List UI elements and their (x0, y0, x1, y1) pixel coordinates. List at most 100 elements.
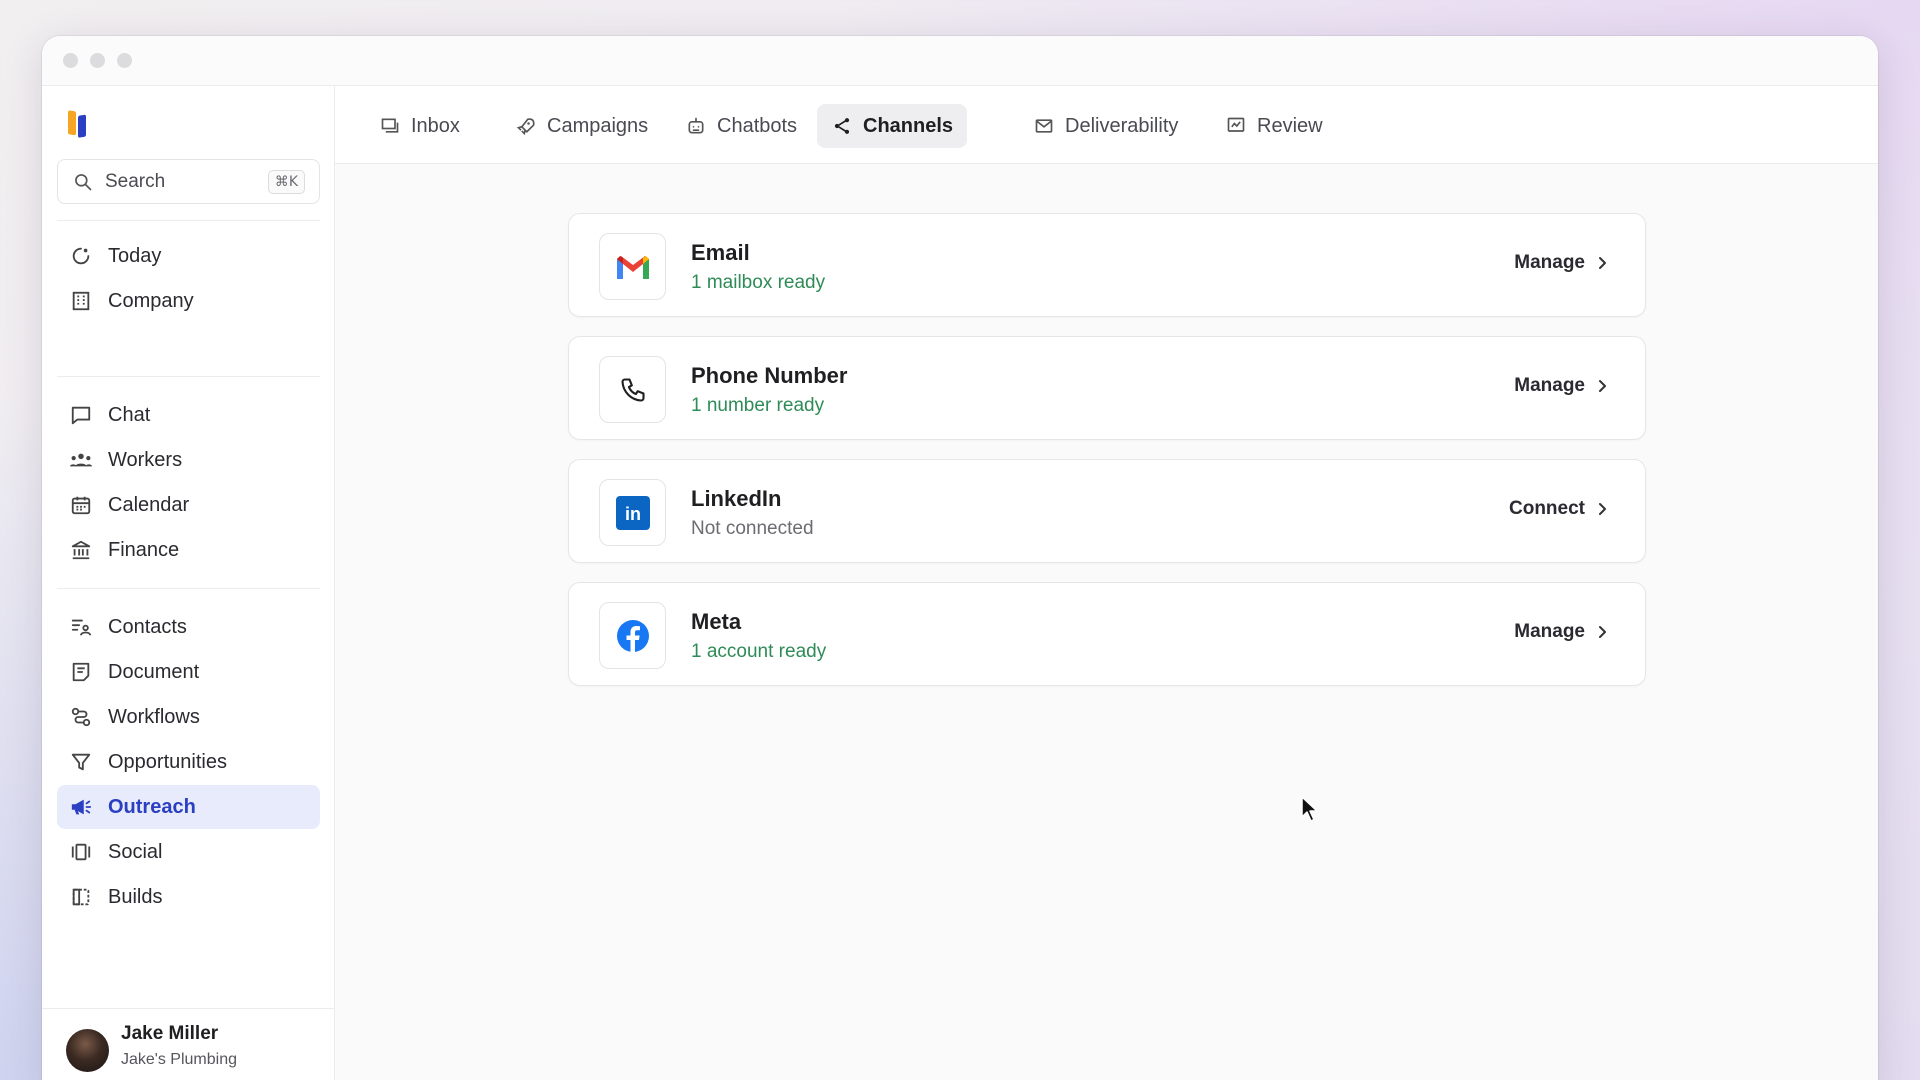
sidebar-item-label: Today (108, 244, 162, 267)
tab-bar: Inbox Campaigns Chatbots Channels Delive… (335, 86, 1878, 164)
channel-card-meta[interactable]: Meta 1 account ready Manage (568, 582, 1646, 686)
action-label: Connect (1509, 498, 1585, 519)
calendar-icon (69, 493, 93, 517)
tab-deliverability[interactable]: Deliverability (1019, 104, 1192, 148)
sidebar-item-label: Finance (108, 538, 180, 561)
bot-icon (685, 115, 707, 137)
workers-icon (69, 448, 93, 472)
sidebar-item-workers[interactable]: Workers (57, 438, 320, 482)
sidebar-item-label: Opportunities (108, 750, 227, 773)
sidebar-item-label: Calendar (108, 493, 190, 516)
bank-icon (69, 538, 93, 562)
chevron-right-icon (1599, 257, 1606, 269)
channel-title: LinkedIn (691, 486, 782, 511)
search-icon (75, 173, 92, 190)
user-name: Jake Miller (121, 1023, 219, 1044)
contacts-icon (69, 615, 93, 639)
sidebar-item-label: Workflows (108, 705, 200, 728)
action-label: Manage (1514, 375, 1585, 396)
chevron-right-icon (1599, 380, 1606, 392)
user-company: Jake's Plumbing (121, 1051, 237, 1068)
workflows-icon (69, 705, 93, 729)
inbox-icon (379, 115, 401, 137)
chevron-right-icon (1599, 503, 1606, 515)
sidebar-item-label: Contacts (108, 615, 187, 638)
sidebar-item-contacts[interactable]: Contacts (57, 605, 320, 649)
search-shortcut: ⌘K (267, 169, 305, 194)
phone-icon (599, 356, 666, 423)
tab-label: Inbox (411, 114, 460, 137)
tab-channels[interactable]: Channels (817, 104, 968, 148)
channel-title: Phone Number (691, 363, 848, 388)
sidebar-item-document[interactable]: Document (57, 650, 320, 694)
minimize-window-button[interactable] (90, 53, 105, 68)
tab-label: Campaigns (547, 114, 649, 137)
sidebar-item-chat[interactable]: Chat (57, 393, 320, 437)
sidebar-divider (57, 588, 320, 589)
rocket-icon (515, 115, 537, 137)
chat-icon (69, 403, 93, 427)
linkedin-icon: in (599, 479, 666, 546)
tab-campaigns[interactable]: Campaigns (501, 104, 662, 148)
sidebar-item-opportunities[interactable]: Opportunities (57, 740, 320, 784)
channel-card-linkedin[interactable]: in LinkedIn Not connected Connect (568, 459, 1646, 563)
tab-label: Chatbots (717, 114, 798, 137)
sidebar: Search ⌘K Today Company Chat Workers Cal… (42, 86, 335, 1080)
sidebar-item-builds[interactable]: Builds (57, 875, 320, 919)
tab-inbox[interactable]: Inbox (365, 104, 474, 148)
manage-button[interactable]: Manage (1514, 252, 1609, 274)
share-icon (831, 115, 853, 137)
sidebar-item-label: Builds (108, 885, 163, 908)
svg-text:in: in (625, 504, 641, 524)
tab-label: Channels (863, 114, 954, 137)
user-profile[interactable]: Jake Miller Jake's Plumbing (42, 1008, 335, 1080)
chevron-right-icon (1599, 626, 1606, 638)
review-icon (1225, 115, 1247, 137)
app-window: Search ⌘K Today Company Chat Workers Cal… (42, 36, 1878, 1080)
document-icon (69, 660, 93, 684)
tab-label: Review (1257, 114, 1323, 137)
sidebar-item-calendar[interactable]: Calendar (57, 483, 320, 527)
today-icon (69, 244, 93, 268)
megaphone-icon (69, 795, 93, 819)
channel-card-phone[interactable]: Phone Number 1 number ready Manage (568, 336, 1646, 440)
action-label: Manage (1514, 252, 1585, 273)
sidebar-divider (57, 220, 320, 221)
funnel-icon (69, 750, 93, 774)
manage-button[interactable]: Manage (1514, 621, 1609, 643)
sidebar-item-label: Outreach (108, 795, 196, 818)
title-bar (42, 36, 1878, 86)
sidebar-item-company[interactable]: Company (57, 279, 320, 323)
close-window-button[interactable] (63, 53, 78, 68)
sidebar-item-workflows[interactable]: Workflows (57, 695, 320, 739)
building-icon (69, 289, 93, 313)
sidebar-item-social[interactable]: Social (57, 830, 320, 874)
main-content: Inbox Campaigns Chatbots Channels Delive… (335, 86, 1878, 1080)
channel-status: 1 account ready (691, 641, 827, 662)
channel-title: Meta (691, 609, 742, 634)
app-logo[interactable] (66, 108, 92, 144)
social-icon (69, 840, 93, 864)
builds-icon (69, 885, 93, 909)
gmail-icon (599, 233, 666, 300)
sidebar-item-label: Company (108, 289, 194, 312)
sidebar-item-label: Document (108, 660, 200, 683)
channel-status: Not connected (691, 518, 814, 539)
tab-review[interactable]: Review (1211, 104, 1337, 148)
sidebar-divider (57, 376, 320, 377)
maximize-window-button[interactable] (117, 53, 132, 68)
channel-card-email[interactable]: Email 1 mailbox ready Manage (568, 213, 1646, 317)
sidebar-item-label: Chat (108, 403, 151, 426)
sidebar-item-finance[interactable]: Finance (57, 528, 320, 572)
manage-button[interactable]: Manage (1514, 375, 1609, 397)
mail-check-icon (1033, 115, 1055, 137)
channel-title: Email (691, 240, 750, 265)
action-label: Manage (1514, 621, 1585, 642)
connect-button[interactable]: Connect (1509, 498, 1609, 520)
avatar[interactable] (66, 1029, 109, 1072)
sidebar-item-today[interactable]: Today (57, 234, 320, 278)
search-input[interactable]: Search ⌘K (57, 159, 320, 204)
mouse-cursor-icon (1301, 796, 1318, 822)
tab-chatbots[interactable]: Chatbots (671, 104, 811, 148)
sidebar-item-outreach[interactable]: Outreach (57, 785, 320, 829)
